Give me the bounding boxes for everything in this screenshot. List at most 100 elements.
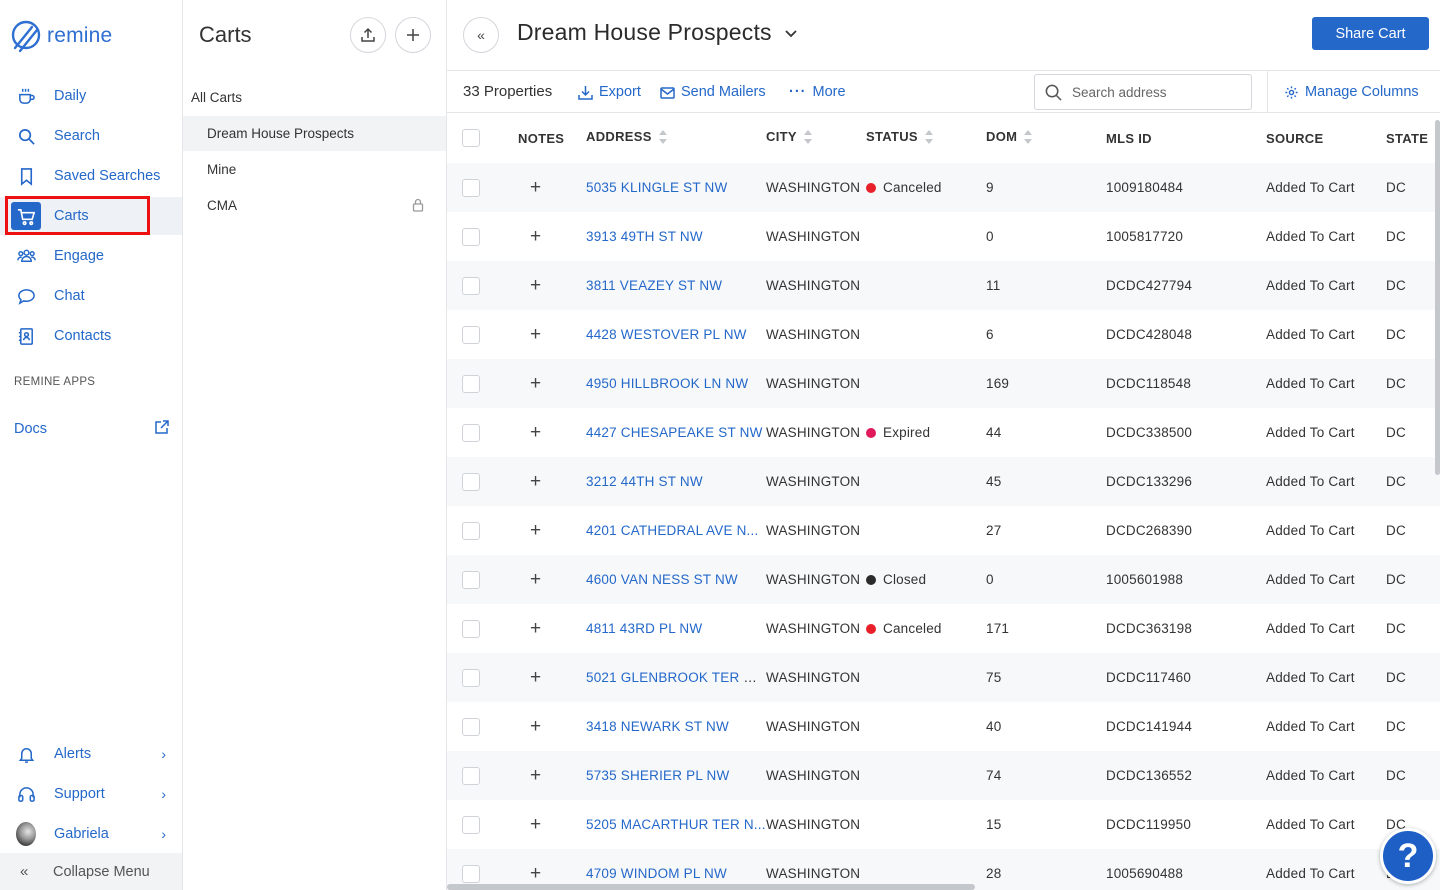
add-cart-button[interactable]	[395, 17, 431, 53]
table-row[interactable]: +4811 43RD PL NW WASHINGTON Canceled 171 DCD…	[447, 604, 1440, 653]
add-note-icon[interactable]: +	[530, 667, 541, 688]
manage-columns-label: Manage Columns	[1305, 84, 1419, 100]
dom-cell: 40	[986, 719, 1002, 734]
address-link[interactable]: 5205 MACARTHUR TER N...	[586, 817, 766, 832]
help-button[interactable]: ?	[1380, 828, 1436, 884]
cart-item-cma[interactable]: CMA	[183, 188, 446, 223]
nav-item-search[interactable]: Search	[0, 117, 182, 155]
address-link[interactable]: 3212 44TH ST NW	[586, 474, 703, 489]
remine-logo[interactable]: remine	[10, 16, 112, 56]
table-row[interactable]: +4201 CATHEDRAL AVE N... WASHINGTON 27 DCDC…	[447, 506, 1440, 555]
address-link[interactable]: 5735 SHERIER PL NW	[586, 768, 729, 783]
column-header-city[interactable]: CITY	[766, 113, 866, 163]
table-row[interactable]: +5735 SHERIER PL NW WASHINGTON 74 DCDC13655…	[447, 751, 1440, 800]
column-header-address[interactable]: ADDRESS	[586, 113, 766, 163]
add-note-icon[interactable]: +	[530, 520, 541, 541]
add-note-icon[interactable]: +	[530, 765, 541, 786]
table-row[interactable]: +3811 VEAZEY ST NW WASHINGTON 11 DCDC427794…	[447, 261, 1440, 310]
row-checkbox[interactable]	[462, 423, 480, 442]
cart-item-dream-house-prospects[interactable]: Dream House Prospects	[183, 116, 446, 151]
horizontal-scrollbar[interactable]	[447, 884, 975, 890]
nav-item-saved-searches[interactable]: Saved Searches	[0, 157, 182, 195]
row-checkbox[interactable]	[462, 717, 480, 736]
add-note-icon[interactable]: +	[530, 569, 541, 590]
add-note-icon[interactable]: +	[530, 814, 541, 835]
cart-name-dropdown[interactable]: Dream House Prospects	[517, 19, 798, 46]
table-row[interactable]: +4427 CHESAPEAKE ST NW WASHINGTON Expired 4…	[447, 408, 1440, 457]
table-row[interactable]: +5205 MACARTHUR TER N... WASHINGTON 15 DCDC…	[447, 800, 1440, 849]
column-header-status[interactable]: STATUS	[866, 113, 986, 163]
row-checkbox[interactable]	[462, 276, 480, 295]
address-link[interactable]: 3811 VEAZEY ST NW	[586, 278, 722, 293]
address-link[interactable]: 5035 KLINGLE ST NW	[586, 180, 727, 195]
address-link[interactable]: 4709 WINDOM PL NW	[586, 866, 727, 881]
add-note-icon[interactable]: +	[530, 716, 541, 737]
lock-icon	[412, 198, 424, 217]
table-row[interactable]: +3212 44TH ST NW WASHINGTON 45 DCDC133296 Ad…	[447, 457, 1440, 506]
vertical-scrollbar[interactable]	[1435, 120, 1440, 475]
row-checkbox[interactable]	[462, 766, 480, 785]
add-note-icon[interactable]: +	[530, 373, 541, 394]
add-note-icon[interactable]: +	[530, 863, 541, 884]
table-row[interactable]: +3913 49TH ST NW WASHINGTON 0 1005817720 Add…	[447, 212, 1440, 261]
row-checkbox[interactable]	[462, 668, 480, 687]
select-all-checkbox[interactable]	[462, 129, 480, 147]
nav-item-support[interactable]: Support ›	[0, 775, 182, 813]
address-link[interactable]: 4428 WESTOVER PL NW	[586, 327, 747, 342]
address-link[interactable]: 4950 HILLBROOK LN NW	[586, 376, 748, 391]
add-note-icon[interactable]: +	[530, 177, 541, 198]
row-checkbox[interactable]	[462, 472, 480, 491]
manage-columns-button[interactable]: Manage Columns	[1284, 84, 1419, 100]
add-note-icon[interactable]: +	[530, 226, 541, 247]
more-button[interactable]: ··· More	[789, 84, 846, 100]
address-link[interactable]: 4427 CHESAPEAKE ST NW	[586, 425, 763, 440]
properties-table-container[interactable]: NOTES ADDRESS CITY STATUS DOM MLS ID SOU…	[447, 113, 1440, 890]
nav-item-alerts[interactable]: Alerts ›	[0, 735, 182, 773]
send-mailers-button[interactable]: Send Mailers	[660, 84, 766, 100]
add-note-icon[interactable]: +	[530, 275, 541, 296]
table-row[interactable]: +4950 HILLBROOK LN NW WASHINGTON 169 DCDC11…	[447, 359, 1440, 408]
address-link[interactable]: 3418 NEWARK ST NW	[586, 719, 729, 734]
address-link[interactable]: 5021 GLENBROOK TER NW	[586, 670, 766, 685]
address-link[interactable]: 3913 49TH ST NW	[586, 229, 703, 244]
docs-link[interactable]: Docs	[0, 416, 182, 442]
row-checkbox[interactable]	[462, 619, 480, 638]
add-note-icon[interactable]: +	[530, 618, 541, 639]
table-row[interactable]: +3418 NEWARK ST NW WASHINGTON 40 DCDC141944…	[447, 702, 1440, 751]
status-cell	[866, 653, 986, 702]
row-checkbox[interactable]	[462, 864, 480, 883]
row-checkbox[interactable]	[462, 227, 480, 246]
table-row[interactable]: +4600 VAN NESS ST NW WASHINGTON Closed 0 100…	[447, 555, 1440, 604]
nav-item-profile[interactable]: Gabriela ›	[0, 815, 182, 853]
address-link[interactable]: 4600 VAN NESS ST NW	[586, 572, 738, 587]
add-note-icon[interactable]: +	[530, 324, 541, 345]
table-row[interactable]: +5035 KLINGLE ST NW WASHINGTON Canceled 9 10…	[447, 163, 1440, 212]
cart-item-mine[interactable]: Mine	[183, 152, 446, 187]
row-checkbox[interactable]	[462, 178, 480, 197]
search-address-input[interactable]	[1072, 84, 1242, 100]
table-row[interactable]: +5021 GLENBROOK TER NW WASHINGTON 75 DCDC11…	[447, 653, 1440, 702]
add-note-icon[interactable]: +	[530, 422, 541, 443]
nav-item-contacts[interactable]: Contacts	[0, 317, 182, 355]
nav-item-engage[interactable]: Engage	[0, 237, 182, 275]
nav-item-daily[interactable]: Daily	[0, 77, 182, 115]
row-checkbox[interactable]	[462, 325, 480, 344]
table-row[interactable]: +4428 WESTOVER PL NW WASHINGTON 6 DCDC42804…	[447, 310, 1440, 359]
row-checkbox[interactable]	[462, 521, 480, 540]
add-note-icon[interactable]: +	[530, 471, 541, 492]
nav-item-chat[interactable]: Chat	[0, 277, 182, 315]
row-checkbox[interactable]	[462, 374, 480, 393]
collapse-panel-button[interactable]: «	[463, 17, 499, 53]
nav-item-carts[interactable]: Carts	[0, 197, 182, 235]
state-cell: DC	[1386, 376, 1406, 391]
upload-cart-button[interactable]	[350, 17, 386, 53]
collapse-menu-button[interactable]: « Collapse Menu	[0, 853, 182, 890]
address-link[interactable]: 4811 43RD PL NW	[586, 621, 702, 636]
search-address-field[interactable]	[1034, 74, 1252, 110]
share-cart-button[interactable]: Share Cart	[1312, 17, 1429, 50]
row-checkbox[interactable]	[462, 570, 480, 589]
export-button[interactable]: Export	[578, 84, 641, 100]
row-checkbox[interactable]	[462, 815, 480, 834]
column-header-dom[interactable]: DOM	[986, 113, 1106, 163]
address-link[interactable]: 4201 CATHEDRAL AVE N...	[586, 523, 758, 538]
